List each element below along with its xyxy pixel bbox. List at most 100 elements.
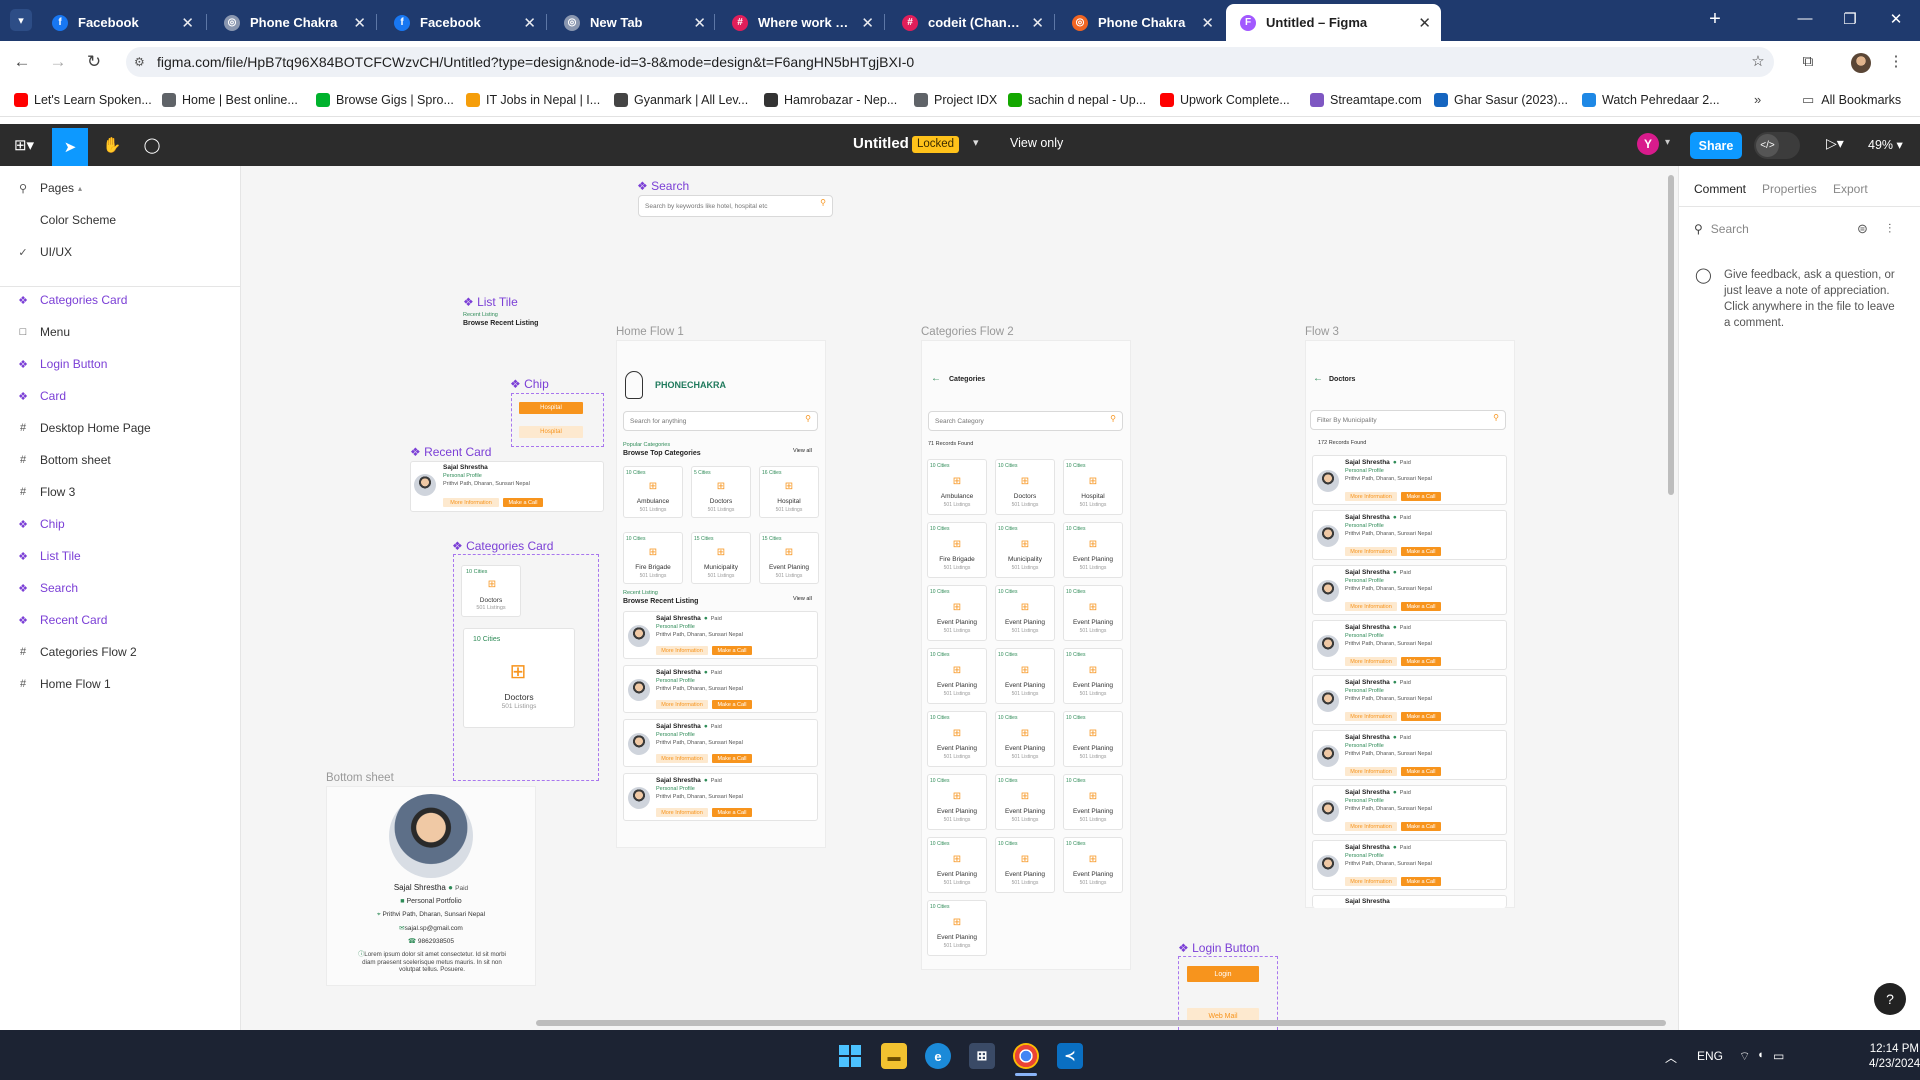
call-button[interactable]: Make a Call xyxy=(1401,767,1441,776)
close-tab-icon[interactable]: ✕ xyxy=(181,14,194,32)
layer-item[interactable]: □ Menu xyxy=(0,316,240,348)
login-button-component-label[interactable]: ❖ Login Button xyxy=(1178,941,1259,955)
search-component-label[interactable]: ❖ Search xyxy=(637,179,689,193)
more-info-button[interactable]: More Information xyxy=(1345,602,1397,611)
more-info-button[interactable]: More Information xyxy=(1345,657,1397,666)
vscode-icon[interactable]: ≺ xyxy=(1057,1043,1083,1069)
call-button[interactable]: Make a Call xyxy=(1401,492,1441,501)
close-tab-icon[interactable]: ✕ xyxy=(861,14,874,32)
more-info-button[interactable]: More Information xyxy=(1345,767,1397,776)
site-info-icon[interactable]: ⚙ xyxy=(134,55,148,69)
language-indicator[interactable]: ENG xyxy=(1697,1049,1723,1063)
comment-search-input[interactable]: ⚲ Search xyxy=(1694,222,1749,236)
comment-tool-icon[interactable]: ◯ xyxy=(138,132,166,158)
new-tab-button[interactable]: + xyxy=(1704,8,1726,30)
bookmarks-overflow-icon[interactable]: » xyxy=(1754,92,1761,107)
call-button[interactable]: Make a Call xyxy=(712,754,752,763)
chip-outline[interactable]: Hospital xyxy=(519,426,583,438)
zoom-level[interactable]: 49% ▾ xyxy=(1868,137,1903,152)
layer-item[interactable]: # Categories Flow 2 xyxy=(0,636,240,668)
more-info-button[interactable]: More Information xyxy=(1345,822,1397,831)
tab-export[interactable]: Export xyxy=(1833,182,1868,196)
back-arrow-icon[interactable]: ← xyxy=(1313,373,1323,384)
browser-tab[interactable]: ◎ Phone Chakra ✕ xyxy=(210,4,376,41)
bookmark-item[interactable]: Home | Best online... xyxy=(162,91,298,109)
login-button[interactable]: Login xyxy=(1187,966,1259,982)
chrome-menu-icon[interactable]: ⋮ xyxy=(1886,52,1906,72)
municipality-filter-input[interactable]: Filter By Municipality ⚲ xyxy=(1310,410,1506,430)
bookmark-item[interactable]: Watch Pehredaar 2... xyxy=(1582,91,1720,109)
bookmark-item[interactable]: Let's Learn Spoken... xyxy=(14,91,152,109)
more-info-button[interactable]: More Information xyxy=(656,808,708,817)
view-all-link[interactable]: View all xyxy=(793,448,812,454)
bookmark-item[interactable]: Ghar Sasur (2023)... xyxy=(1434,91,1568,109)
chip-component-label[interactable]: ❖ Chip xyxy=(510,377,549,391)
volume-icon[interactable]: ◖ xyxy=(1757,1049,1764,1061)
bookmark-item[interactable]: sachin d nepal - Up... xyxy=(1008,91,1146,109)
layer-item[interactable]: # Flow 3 xyxy=(0,476,240,508)
layer-item[interactable]: ❖ Card xyxy=(0,380,240,412)
home-flow-frame-label[interactable]: Home Flow 1 xyxy=(616,326,684,338)
bookmark-item[interactable]: Upwork Complete... xyxy=(1160,91,1290,109)
category-search-input[interactable]: Search Category ⚲ xyxy=(928,411,1123,431)
more-info-button[interactable]: More Information xyxy=(1345,712,1397,721)
view-all-link[interactable]: View all xyxy=(793,596,812,602)
browser-tab[interactable]: # codeit (Channel) - CODE ✕ xyxy=(888,4,1054,41)
call-button[interactable]: Make a Call xyxy=(1401,657,1441,666)
file-menu-chevron-icon[interactable]: ▾ xyxy=(973,136,979,149)
store-icon[interactable]: ⊞ xyxy=(969,1043,995,1069)
close-tab-icon[interactable]: ✕ xyxy=(353,14,366,32)
filter-icon[interactable]: ⊜ xyxy=(1857,221,1868,237)
bookmark-item[interactable]: IT Jobs in Nepal | I... xyxy=(466,91,600,109)
share-button[interactable]: Share xyxy=(1690,132,1742,159)
layer-item[interactable]: ❖ Chip xyxy=(0,508,240,540)
search-component[interactable]: Search by keywords like hotel, hospital … xyxy=(638,195,833,217)
browser-tab[interactable]: f Facebook ✕ xyxy=(38,4,204,41)
more-info-button[interactable]: More Information xyxy=(1345,877,1397,886)
tab-comment[interactable]: Comment xyxy=(1694,182,1746,196)
minimize-icon[interactable]: — xyxy=(1795,10,1815,27)
layer-item[interactable]: ❖ List Tile xyxy=(0,540,240,572)
more-info-button[interactable]: More Information xyxy=(656,754,708,763)
chip-filled[interactable]: Hospital xyxy=(519,402,583,414)
browser-tab[interactable]: ◎ New Tab ✕ xyxy=(550,4,716,41)
pages-header[interactable]: ⚲ Pages ▴ xyxy=(0,172,240,204)
browser-tab[interactable]: f Facebook ✕ xyxy=(380,4,546,41)
call-button[interactable]: Make a Call xyxy=(1401,877,1441,886)
collapse-chevron-icon[interactable]: ▴ xyxy=(78,184,82,193)
close-tab-icon[interactable]: ✕ xyxy=(693,14,706,32)
chrome-icon[interactable] xyxy=(1013,1043,1039,1069)
call-button[interactable]: Make a Call xyxy=(1401,602,1441,611)
bookmark-item[interactable]: Hamrobazar - Nep... xyxy=(764,91,897,109)
close-tab-icon[interactable]: ✕ xyxy=(1031,14,1044,32)
more-info-button[interactable]: More Information xyxy=(1345,547,1397,556)
home-search-input[interactable]: Search for anything ⚲ xyxy=(623,411,818,431)
bookmark-item[interactable]: Project IDX xyxy=(914,91,997,109)
bookmark-item[interactable]: Streamtape.com xyxy=(1310,91,1422,109)
back-arrow-icon[interactable]: ← xyxy=(931,373,941,384)
horizontal-scrollbar[interactable] xyxy=(536,1020,1666,1026)
restore-icon[interactable]: ❐ xyxy=(1840,10,1860,28)
call-button[interactable]: Make a Call xyxy=(712,808,752,817)
figma-main-menu-icon[interactable]: ⊞▾ xyxy=(8,132,40,158)
layer-item[interactable]: ❖ Categories Card xyxy=(0,284,240,316)
user-menu-chevron-icon[interactable]: ▾ xyxy=(1665,137,1670,148)
edge-icon[interactable]: e xyxy=(925,1043,951,1069)
wifi-icon[interactable]: ⌔ xyxy=(1739,1049,1750,1064)
page-item-color-scheme[interactable]: Color Scheme xyxy=(0,204,240,236)
bottom-sheet-frame-label[interactable]: Bottom sheet xyxy=(326,772,394,784)
close-tab-icon[interactable]: ✕ xyxy=(1201,14,1214,32)
browser-tab[interactable]: F Untitled – Figma ✕ xyxy=(1226,4,1441,41)
more-info-button[interactable]: More Information xyxy=(656,646,708,655)
url-text[interactable]: figma.com/file/HpB7tq96X84BOTCFCWzvCH/Un… xyxy=(157,53,1657,71)
close-window-icon[interactable]: ✕ xyxy=(1886,10,1906,28)
reload-button[interactable]: ↻ xyxy=(84,52,104,72)
flow3-frame-label[interactable]: Flow 3 xyxy=(1305,326,1339,338)
close-tab-icon[interactable]: ✕ xyxy=(523,14,536,32)
tray-expand-icon[interactable]: ︿ xyxy=(1665,1049,1677,1066)
browser-tab[interactable]: # Where work happens | Sl ✕ xyxy=(718,4,884,41)
layer-item[interactable]: ❖ Recent Card xyxy=(0,604,240,636)
search-icon[interactable]: ⚲ xyxy=(16,182,30,195)
help-button[interactable]: ? xyxy=(1874,983,1906,1015)
file-title[interactable]: Untitled xyxy=(853,135,909,152)
